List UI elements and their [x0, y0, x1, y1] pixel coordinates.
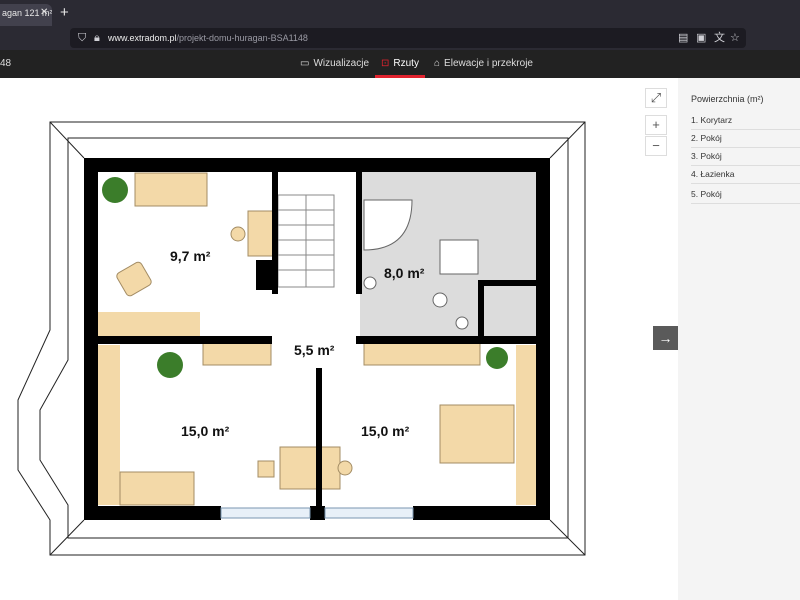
- shelf: [516, 345, 536, 505]
- plant: [486, 347, 508, 369]
- chair: [337, 460, 353, 476]
- url-host: www.extradom.pl: [108, 33, 177, 43]
- shelf: [98, 312, 200, 337]
- bookmark-star-icon[interactable]: ☆: [730, 28, 740, 48]
- tab-floor-plans[interactable]: ⊡ Rzuty: [375, 50, 425, 78]
- room-area-label: 8,0 m²: [384, 265, 425, 281]
- plant: [157, 352, 183, 378]
- toilet: [455, 316, 469, 330]
- bed: [119, 471, 195, 506]
- shield-icon[interactable]: ⛉: [78, 28, 86, 48]
- shower: [439, 239, 479, 275]
- house-icon: ⌂: [434, 58, 441, 69]
- desk: [279, 446, 341, 490]
- zoom-out-button[interactable]: −: [645, 136, 667, 156]
- tab-elevations[interactable]: ⌂ Elewacje i przekroje: [434, 50, 533, 78]
- browser-nav-bar: ⛉ 🔒︎ www.extradom.pl/projekt-domu-huraga…: [0, 26, 800, 50]
- url-bar[interactable]: ⛉ 🔒︎ www.extradom.pl/projekt-domu-huraga…: [70, 28, 746, 48]
- sink: [432, 292, 448, 308]
- browser-tab[interactable]: agan 121 m² ✕: [0, 4, 52, 26]
- screenshot-icon[interactable]: ▣: [696, 28, 706, 48]
- bed: [134, 172, 208, 207]
- chair: [257, 460, 275, 478]
- room-list-item[interactable]: 4. Łazienka: [691, 166, 800, 184]
- tab-label: Elewacje i przekroje: [444, 58, 533, 69]
- panel-title: Powierzchnia (m²): [691, 94, 764, 104]
- lock-icon[interactable]: 🔒︎: [94, 28, 100, 48]
- wardrobe: [202, 341, 272, 366]
- floor-plan: [17, 121, 586, 556]
- bed: [439, 404, 515, 464]
- desk: [247, 210, 275, 257]
- zoom-in-button[interactable]: +: [645, 115, 667, 135]
- site-header: 48 ▭ Wizualizacje ⊡ Rzuty ⌂ Elewacje i prze…: [0, 50, 800, 78]
- room-area-label: 9,7 m²: [170, 248, 211, 264]
- fit-view-icon[interactable]: ⤢: [645, 88, 667, 108]
- staircase: [277, 194, 335, 288]
- shelf: [98, 345, 120, 505]
- room-area-label: 5,5 m²: [294, 342, 335, 358]
- url-path: /projekt-domu-huragan-BSA1148: [176, 33, 308, 43]
- floorplan-icon: ⊡: [381, 58, 390, 69]
- tab-label: Wizualizacje: [313, 58, 370, 69]
- monitor-icon: ▭: [300, 58, 310, 69]
- tab-label: Rzuty: [393, 58, 419, 69]
- toilet: [363, 276, 377, 290]
- plant: [102, 177, 128, 203]
- chair: [230, 226, 246, 242]
- room-area-label: 15,0 m²: [361, 423, 410, 439]
- room-area-label: 15,0 m²: [181, 423, 230, 439]
- reader-view-icon[interactable]: ▤: [678, 28, 688, 48]
- new-tab-button[interactable]: +: [60, 4, 69, 22]
- room-list-item[interactable]: 5. Pokój: [691, 186, 800, 204]
- url-text[interactable]: www.extradom.pl/projekt-domu-huragan-BSA…: [108, 28, 308, 48]
- browser-tab-bar: agan 121 m² ✕ +: [0, 0, 800, 26]
- translate-icon[interactable]: 文: [714, 28, 725, 48]
- window: [220, 507, 311, 519]
- project-code: 48: [0, 58, 12, 69]
- tab-visualizations[interactable]: ▭ Wizualizacje: [300, 50, 369, 78]
- area-panel: Powierzchnia (m²) 1. Korytarz 2. Pokój 3…: [678, 78, 800, 600]
- wardrobe: [363, 341, 481, 366]
- next-arrow-button[interactable]: →: [653, 326, 678, 350]
- window: [324, 507, 414, 519]
- close-tab-icon[interactable]: ✕: [40, 4, 48, 22]
- room-list-item[interactable]: 1. Korytarz: [691, 112, 800, 130]
- room-list-item[interactable]: 2. Pokój: [691, 130, 800, 148]
- room-list-item[interactable]: 3. Pokój: [691, 148, 800, 166]
- plan-viewer[interactable]: 9,7 m² 8,0 m² 5,5 m² 15,0 m² 15,0 m² ⤢ +…: [0, 78, 678, 600]
